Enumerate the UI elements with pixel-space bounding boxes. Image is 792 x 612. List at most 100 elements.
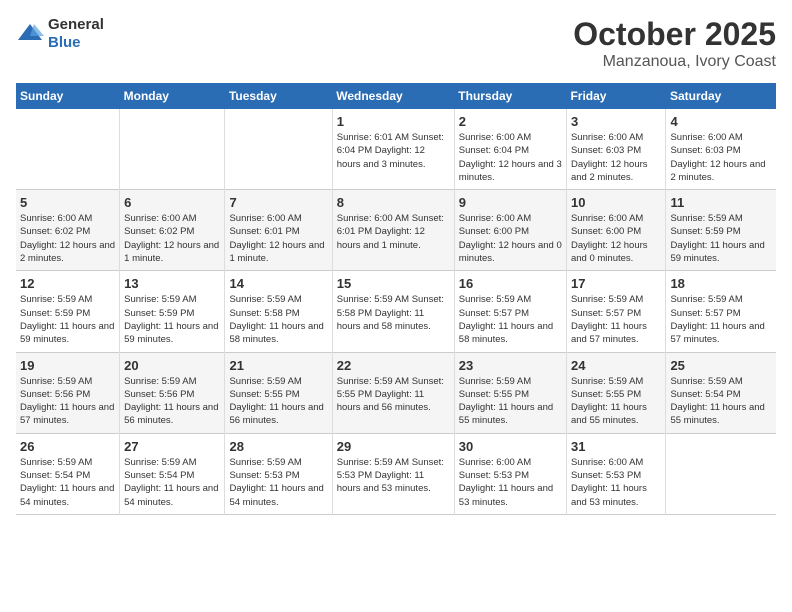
day-number: 2: [459, 114, 562, 129]
day-info: Sunrise: 5:59 AM Sunset: 5:55 PM Dayligh…: [571, 375, 661, 428]
day-info: Sunrise: 6:00 AM Sunset: 6:01 PM Dayligh…: [229, 212, 327, 265]
weekday-header-row: SundayMondayTuesdayWednesdayThursdayFrid…: [16, 83, 776, 109]
day-info: Sunrise: 5:59 AM Sunset: 5:54 PM Dayligh…: [670, 375, 772, 428]
month-title: October 2025: [573, 16, 776, 53]
calendar-cell: 14 Sunrise: 5:59 AM Sunset: 5:58 PM Dayli…: [225, 271, 332, 352]
day-info: Sunrise: 6:00 AM Sunset: 6:03 PM Dayligh…: [571, 131, 661, 184]
day-info: Sunrise: 6:00 AM Sunset: 6:00 PM Dayligh…: [571, 212, 661, 265]
day-info: Sunrise: 5:59 AM Sunset: 5:55 PM Dayligh…: [337, 375, 450, 415]
day-info: Sunrise: 6:00 AM Sunset: 6:02 PM Dayligh…: [124, 212, 220, 265]
title-block: October 2025 Manzanoua, Ivory Coast: [573, 16, 776, 71]
calendar-cell: [120, 109, 225, 190]
day-number: 17: [571, 276, 661, 291]
day-number: 10: [571, 195, 661, 210]
day-info: Sunrise: 5:59 AM Sunset: 5:59 PM Dayligh…: [124, 293, 220, 346]
calendar-cell: 29Sunrise: 5:59 AM Sunset: 5:53 PM Dayli…: [332, 433, 454, 514]
day-number: 31: [571, 439, 661, 454]
day-number: 18: [670, 276, 772, 291]
calendar-cell: 30Sunrise: 6:00 AM Sunset: 5:53 PM Dayli…: [454, 433, 566, 514]
calendar-cell: 15 Sunrise: 5:59 AM Sunset: 5:58 PM Dayli…: [332, 271, 454, 352]
calendar-cell: 4Sunrise: 6:00 AM Sunset: 6:03 PM Daylig…: [666, 109, 776, 190]
calendar-cell: 23Sunrise: 5:59 AM Sunset: 5:55 PM Dayli…: [454, 352, 566, 433]
calendar-week-row: 1 Sunrise: 6:01 AM Sunset: 6:04 PM Daylig…: [16, 109, 776, 190]
calendar-cell: 11Sunrise: 5:59 AM Sunset: 5:59 PM Dayli…: [666, 190, 776, 271]
day-info: Sunrise: 5:59 AM Sunset: 5:54 PM Dayligh…: [20, 456, 115, 509]
day-info: Sunrise: 5:59 AM Sunset: 5:57 PM Dayligh…: [459, 293, 562, 346]
weekday-header: Wednesday: [332, 83, 454, 109]
calendar-cell: 24 Sunrise: 5:59 AM Sunset: 5:55 PM Dayli…: [566, 352, 665, 433]
location-subtitle: Manzanoua, Ivory Coast: [573, 53, 776, 71]
day-number: 9: [459, 195, 562, 210]
calendar-cell: 16 Sunrise: 5:59 AM Sunset: 5:57 PM Dayli…: [454, 271, 566, 352]
weekday-header: Thursday: [454, 83, 566, 109]
calendar-cell: 10 Sunrise: 6:00 AM Sunset: 6:00 PM Dayli…: [566, 190, 665, 271]
day-number: 12: [20, 276, 115, 291]
day-info: Sunrise: 5:59 AM Sunset: 5:59 PM Dayligh…: [20, 293, 115, 346]
day-info: Sunrise: 5:59 AM Sunset: 5:55 PM Dayligh…: [229, 375, 327, 428]
calendar-cell: 12 Sunrise: 5:59 AM Sunset: 5:59 PM Dayli…: [16, 271, 120, 352]
day-number: 19: [20, 358, 115, 373]
day-number: 26: [20, 439, 115, 454]
day-number: 7: [229, 195, 327, 210]
calendar-cell: 22 Sunrise: 5:59 AM Sunset: 5:55 PM Dayli…: [332, 352, 454, 433]
calendar-week-row: 19 Sunrise: 5:59 AM Sunset: 5:56 PM Dayli…: [16, 352, 776, 433]
calendar-cell: 17 Sunrise: 5:59 AM Sunset: 5:57 PM Dayli…: [566, 271, 665, 352]
calendar-cell: 1 Sunrise: 6:01 AM Sunset: 6:04 PM Daylig…: [332, 109, 454, 190]
day-info: Sunrise: 6:00 AM Sunset: 5:53 PM Dayligh…: [571, 456, 661, 509]
day-number: 27: [124, 439, 220, 454]
calendar-cell: 8Sunrise: 6:00 AM Sunset: 6:01 PM Daylig…: [332, 190, 454, 271]
day-number: 3: [571, 114, 661, 129]
day-number: 22: [337, 358, 450, 373]
day-info: Sunrise: 5:59 AM Sunset: 5:57 PM Dayligh…: [571, 293, 661, 346]
calendar-cell: 9 Sunrise: 6:00 AM Sunset: 6:00 PM Daylig…: [454, 190, 566, 271]
day-info: Sunrise: 5:59 AM Sunset: 5:58 PM Dayligh…: [337, 293, 450, 333]
day-number: 28: [229, 439, 327, 454]
day-info: Sunrise: 5:59 AM Sunset: 5:58 PM Dayligh…: [229, 293, 327, 346]
logo-blue-text: Blue: [48, 34, 104, 52]
day-number: 24: [571, 358, 661, 373]
calendar-cell: 7 Sunrise: 6:00 AM Sunset: 6:01 PM Daylig…: [225, 190, 332, 271]
day-info: Sunrise: 5:59 AM Sunset: 5:56 PM Dayligh…: [124, 375, 220, 428]
calendar-cell: 25 Sunrise: 5:59 AM Sunset: 5:54 PM Dayli…: [666, 352, 776, 433]
page-header: General Blue October 2025 Manzanoua, Ivo…: [16, 16, 776, 71]
day-number: 13: [124, 276, 220, 291]
weekday-header: Monday: [120, 83, 225, 109]
day-info: Sunrise: 5:59 AM Sunset: 5:54 PM Dayligh…: [124, 456, 220, 509]
day-info: Sunrise: 5:59 AM Sunset: 5:59 PM Dayligh…: [670, 212, 772, 265]
logo-general-text: General: [48, 16, 104, 34]
day-number: 25: [670, 358, 772, 373]
day-info: Sunrise: 6:00 AM Sunset: 6:02 PM Dayligh…: [20, 212, 115, 265]
day-number: 15: [337, 276, 450, 291]
day-info: Sunrise: 6:00 AM Sunset: 6:00 PM Dayligh…: [459, 212, 562, 265]
weekday-header: Sunday: [16, 83, 120, 109]
calendar-week-row: 26 Sunrise: 5:59 AM Sunset: 5:54 PM Dayli…: [16, 433, 776, 514]
day-info: Sunrise: 5:59 AM Sunset: 5:55 PM Dayligh…: [459, 375, 562, 428]
calendar-cell: 6 Sunrise: 6:00 AM Sunset: 6:02 PM Daylig…: [120, 190, 225, 271]
weekday-header: Friday: [566, 83, 665, 109]
day-number: 16: [459, 276, 562, 291]
day-number: 4: [670, 114, 772, 129]
day-info: Sunrise: 6:01 AM Sunset: 6:04 PM Dayligh…: [337, 131, 450, 171]
calendar-cell: 21 Sunrise: 5:59 AM Sunset: 5:55 PM Dayli…: [225, 352, 332, 433]
calendar-cell: [16, 109, 120, 190]
day-number: 21: [229, 358, 327, 373]
day-info: Sunrise: 5:59 AM Sunset: 5:57 PM Dayligh…: [670, 293, 772, 346]
day-number: 5: [20, 195, 115, 210]
calendar-cell: 18 Sunrise: 5:59 AM Sunset: 5:57 PM Dayli…: [666, 271, 776, 352]
calendar-table: SundayMondayTuesdayWednesdayThursdayFrid…: [16, 83, 776, 515]
day-number: 29: [337, 439, 450, 454]
weekday-header: Tuesday: [225, 83, 332, 109]
calendar-cell: 19Sunrise: 5:59 AM Sunset: 5:56 PM Dayli…: [16, 352, 120, 433]
day-number: 6: [124, 195, 220, 210]
calendar-cell: [225, 109, 332, 190]
logo: General Blue: [16, 16, 104, 52]
calendar-cell: 13 Sunrise: 5:59 AM Sunset: 5:59 PM Dayli…: [120, 271, 225, 352]
day-info: Sunrise: 6:00 AM Sunset: 6:01 PM Dayligh…: [337, 212, 450, 252]
calendar-cell: 2Sunrise: 6:00 AM Sunset: 6:04 PM Daylig…: [454, 109, 566, 190]
calendar-cell: 28Sunrise: 5:59 AM Sunset: 5:53 PM Dayli…: [225, 433, 332, 514]
weekday-header: Saturday: [666, 83, 776, 109]
calendar-week-row: 5 Sunrise: 6:00 AM Sunset: 6:02 PM Daylig…: [16, 190, 776, 271]
day-number: 14: [229, 276, 327, 291]
calendar-week-row: 12 Sunrise: 5:59 AM Sunset: 5:59 PM Dayli…: [16, 271, 776, 352]
day-number: 1: [337, 114, 450, 129]
